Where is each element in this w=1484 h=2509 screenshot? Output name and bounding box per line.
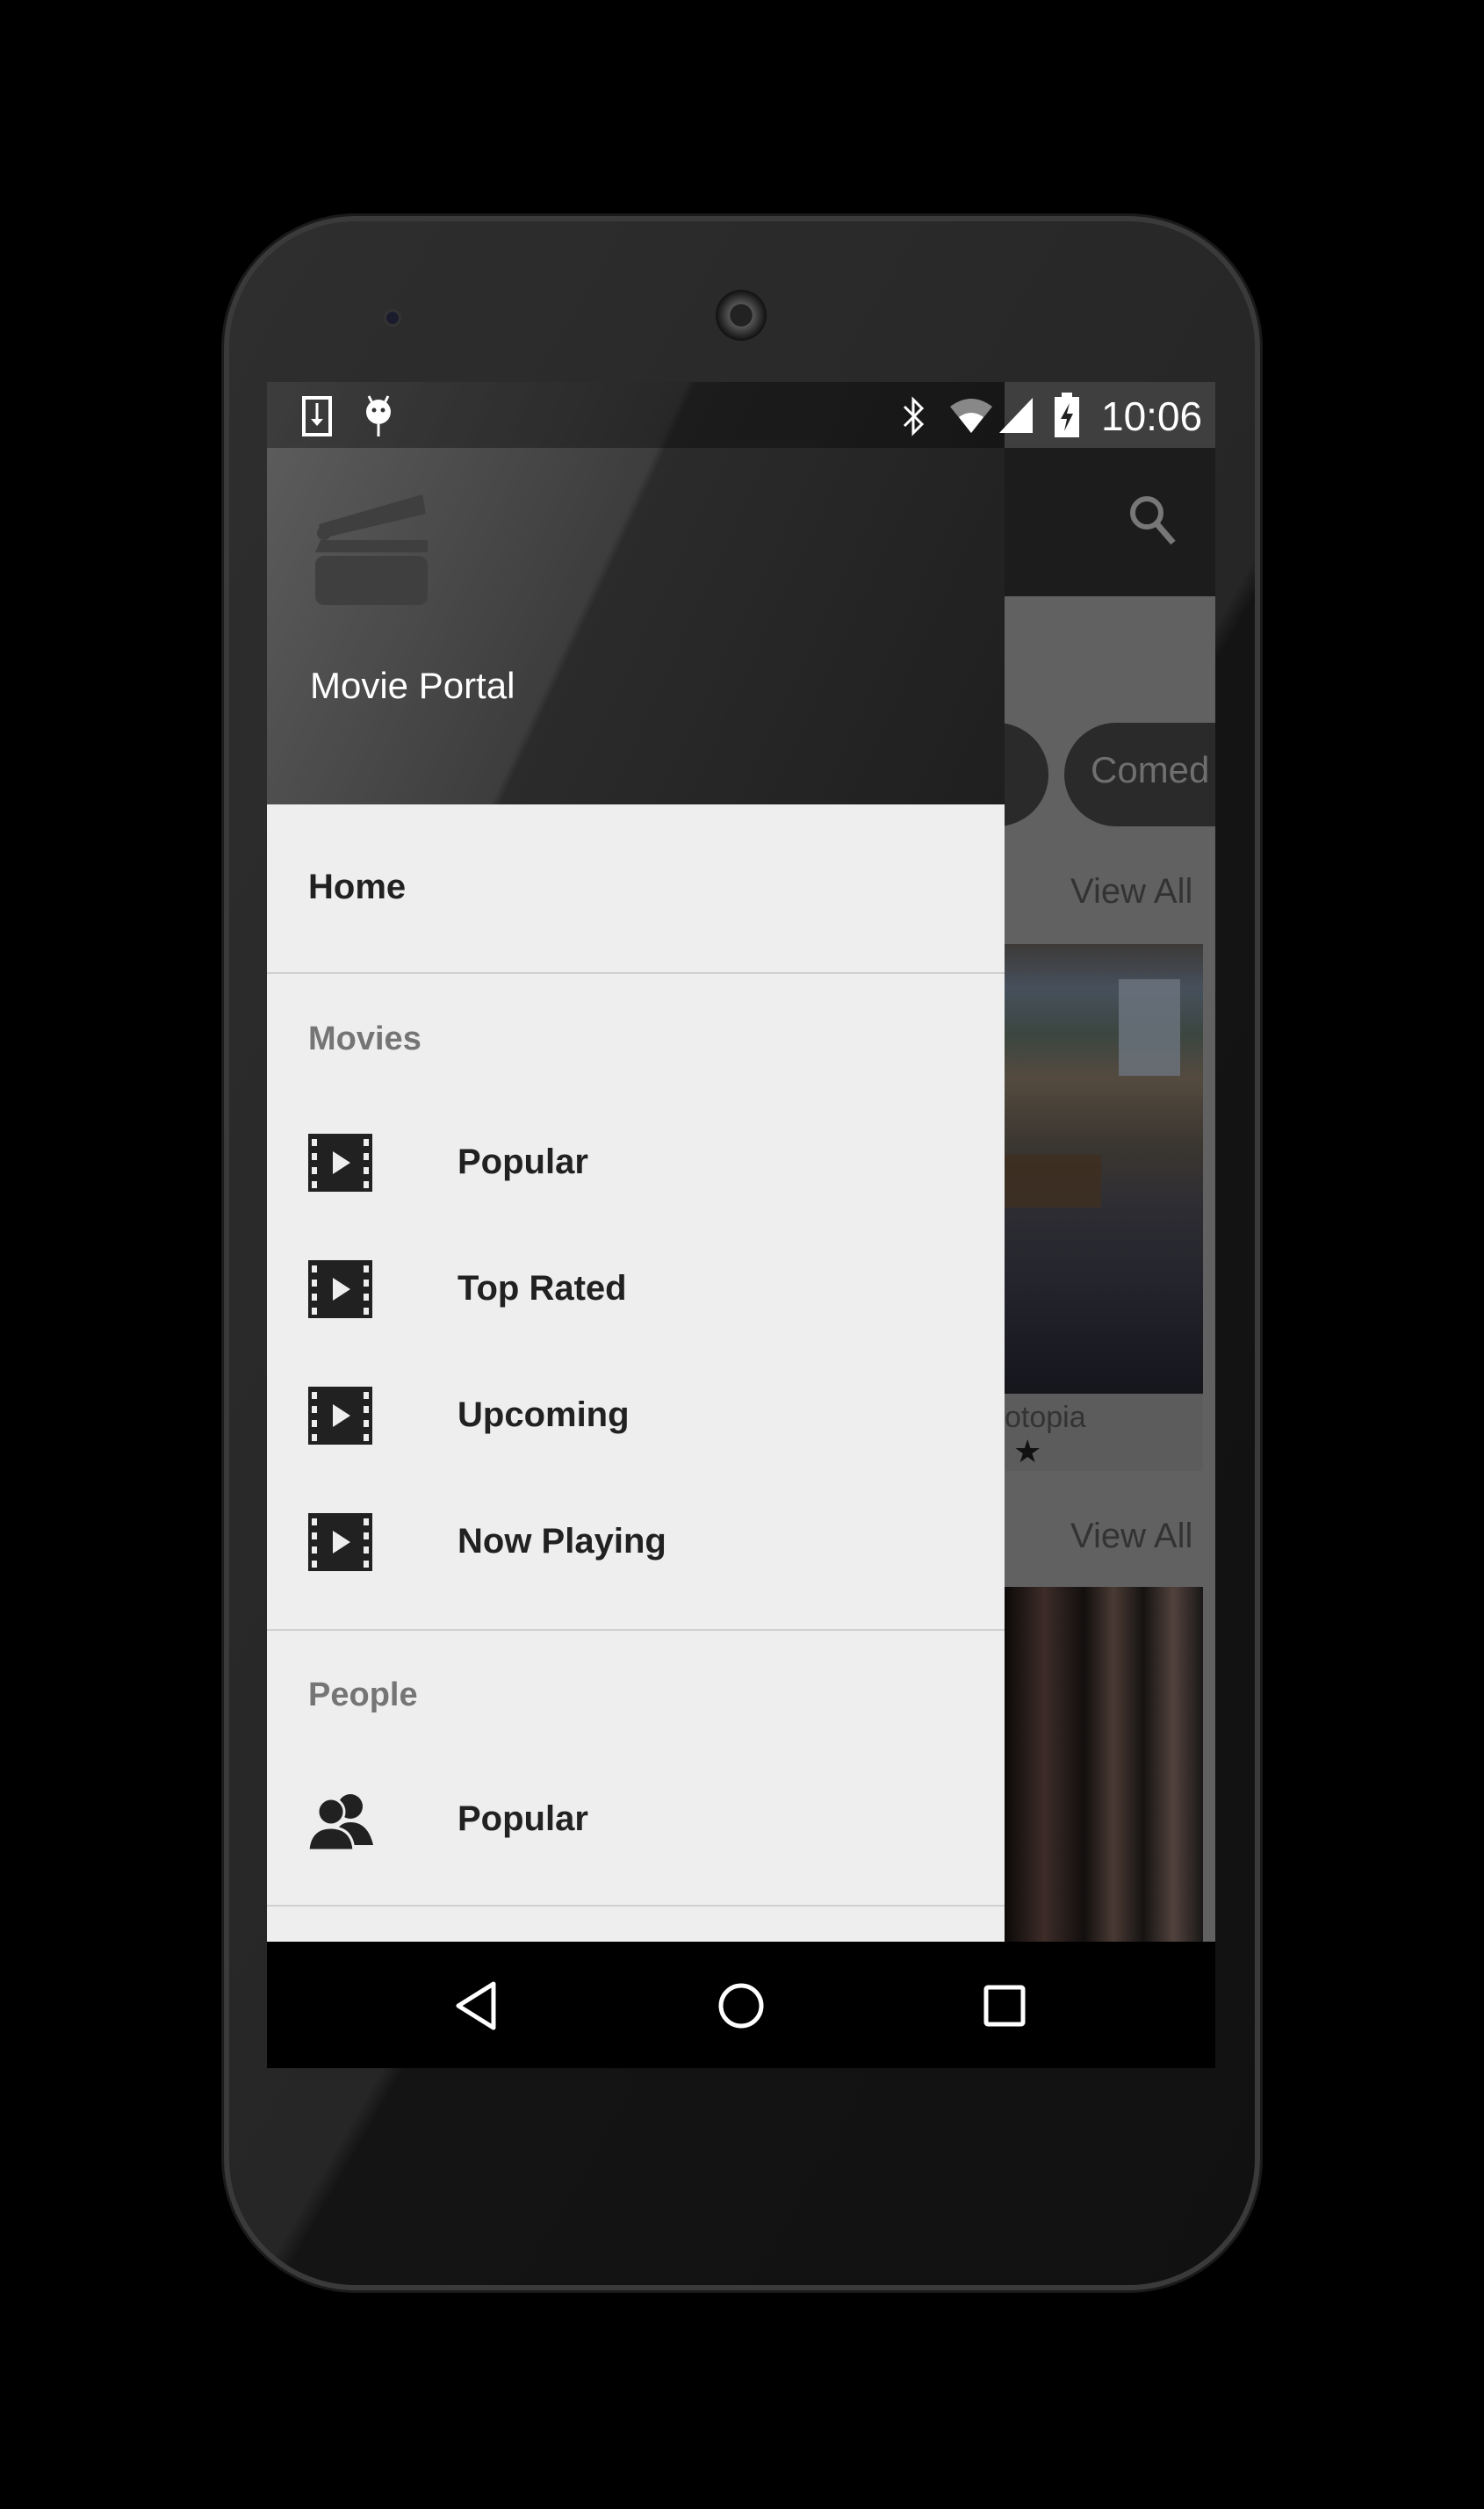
movie-title: otopia <box>1005 1401 1086 1434</box>
drawer-item-top-rated[interactable]: Top Rated <box>267 1229 1005 1352</box>
people-icon <box>306 1794 373 1852</box>
rating-star-icon: ★ <box>1013 1433 1042 1469</box>
section-movies-title: Movies <box>308 1020 421 1057</box>
section-people-title: People <box>308 1676 418 1713</box>
battery-charging-icon <box>1055 393 1079 437</box>
drawer-item-label: Top Rated <box>457 1269 627 1308</box>
home-button-icon[interactable] <box>716 1980 767 2031</box>
divider <box>267 1629 1005 1631</box>
drawer-item-label: Popular <box>457 1799 588 1838</box>
divider <box>267 1905 1005 1907</box>
back-button-icon[interactable] <box>453 1980 499 2031</box>
speaker-grille <box>716 290 767 341</box>
app-name: Movie Portal <box>310 665 515 706</box>
bluetooth-icon <box>903 396 925 436</box>
search-icon[interactable] <box>1127 494 1180 551</box>
drawer-item-people-popular[interactable]: Popular <box>267 1759 1005 1882</box>
drawer-item-label: Upcoming <box>457 1395 630 1434</box>
drawer-item-label: Now Playing <box>457 1522 666 1561</box>
clapperboard-icon <box>315 494 428 605</box>
recents-button-icon[interactable] <box>983 1984 1027 2028</box>
film-icon <box>308 1260 372 1318</box>
film-icon <box>308 1134 372 1192</box>
navigation-bar <box>267 1942 1215 2068</box>
genre-chip-comedy[interactable]: Comed <box>1064 723 1215 826</box>
front-camera <box>384 309 401 327</box>
film-icon <box>308 1387 372 1445</box>
drawer-item-home[interactable]: Home <box>308 868 406 907</box>
screen: Comed View All otopia ★ View All Movie P… <box>267 382 1215 2068</box>
wifi-icon <box>950 399 992 433</box>
movie-poster[interactable] <box>1005 944 1203 1394</box>
drawer-item-now-playing[interactable]: Now Playing <box>267 1482 1005 1604</box>
drawer-item-label: Popular <box>457 1143 588 1181</box>
status-bar: 10:06 <box>267 382 1215 448</box>
view-all-link[interactable]: View All <box>1070 872 1192 912</box>
download-icon <box>302 396 332 436</box>
genre-chip-label: Comed <box>1091 749 1210 790</box>
drawer-item-upcoming[interactable]: Upcoming <box>267 1355 1005 1478</box>
film-icon <box>308 1513 372 1571</box>
movie-poster-2[interactable] <box>1005 1587 1203 1942</box>
navigation-drawer: Movie Portal Home Movies Popular Top Rat… <box>267 382 1005 1942</box>
drawer-item-movies-popular[interactable]: Popular <box>267 1102 1005 1225</box>
android-debug-icon <box>366 395 391 436</box>
view-all-link-2[interactable]: View All <box>1070 1517 1192 1556</box>
clock: 10:06 <box>1101 393 1203 439</box>
signal-icon <box>999 398 1033 433</box>
divider <box>267 972 1005 974</box>
